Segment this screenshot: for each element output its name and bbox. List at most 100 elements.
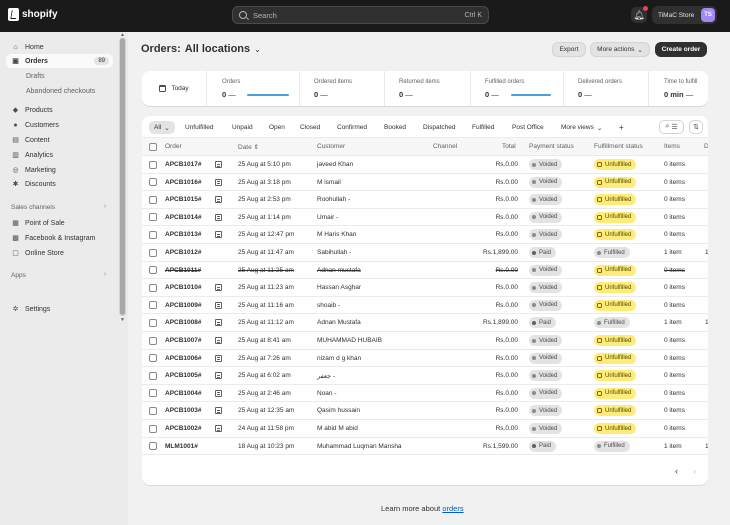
table-row[interactable]: APCB1005# 25 Aug at 6:02 am جعفر - Rs.0.00 V… bbox=[142, 367, 708, 385]
sidebar-scrollbar-thumb[interactable] bbox=[120, 38, 125, 315]
items-count[interactable]: 0 items bbox=[664, 196, 685, 203]
sidebar-item-content[interactable]: ▤ Content bbox=[6, 133, 113, 147]
row-checkbox[interactable] bbox=[149, 424, 157, 433]
table-row[interactable]: APCB1014# 25 Aug at 1:14 pm Umair - Rs.0.00… bbox=[142, 209, 708, 227]
stat-time-to-fulfill[interactable]: Time to fulfill 0 min — bbox=[649, 71, 708, 106]
table-row[interactable]: APCB1002# 24 Aug at 11:58 pm M abid M abid… bbox=[142, 420, 708, 438]
order-number[interactable]: APCB1009# bbox=[165, 302, 202, 309]
scroll-down-arrow[interactable]: ▼ bbox=[120, 317, 125, 323]
orders-help-link[interactable]: orders bbox=[442, 504, 463, 513]
tab-unfulfilled[interactable]: Unfulfilled bbox=[185, 121, 214, 134]
sidebar-item-online-store[interactable]: ▢ Online Store bbox=[6, 246, 113, 260]
search-input[interactable]: Search Ctrl K bbox=[232, 6, 489, 24]
row-checkbox[interactable] bbox=[149, 318, 157, 327]
items-count[interactable]: 0 items bbox=[664, 407, 685, 414]
order-number[interactable]: APCB1012# bbox=[165, 249, 202, 256]
sidebar-item-products[interactable]: ◆ Products bbox=[6, 103, 113, 117]
table-row[interactable]: APCB1011# 25 Aug at 11:25 am Adnan mustafa… bbox=[142, 262, 708, 280]
column-payment-status[interactable]: Payment status bbox=[529, 143, 574, 150]
sidebar-item-analytics[interactable]: ▥ Analytics bbox=[6, 148, 113, 162]
order-number[interactable]: APCB1008# bbox=[165, 319, 202, 326]
row-checkbox[interactable] bbox=[149, 248, 157, 257]
items-count[interactable]: 0 items bbox=[664, 284, 685, 291]
sidebar-item-abandoned-checkouts[interactable]: Abandoned checkouts bbox=[6, 84, 113, 98]
search-filter-button[interactable]: ⌕ ☰ bbox=[659, 120, 684, 134]
apps-heading[interactable]: Apps bbox=[11, 272, 26, 279]
scroll-up-arrow[interactable]: ▲ bbox=[120, 32, 125, 38]
items-count[interactable]: 0 items bbox=[664, 425, 685, 432]
table-row[interactable]: APCB1009# 25 Aug at 11:16 am shoaib - Rs.0.… bbox=[142, 297, 708, 315]
items-count[interactable]: 0 items bbox=[664, 390, 685, 397]
table-row[interactable]: APCB1012# 25 Aug at 11:47 am Sabihullah - R… bbox=[142, 244, 708, 262]
column-customer[interactable]: Customer bbox=[317, 143, 345, 150]
items-count[interactable]: 0 items bbox=[664, 337, 685, 344]
column-fulfillment-status[interactable]: Fulfillment status bbox=[594, 143, 643, 150]
row-checkbox[interactable] bbox=[149, 371, 157, 380]
row-checkbox[interactable] bbox=[149, 195, 157, 204]
table-row[interactable]: MLM1001# 18 Aug at 10:23 pm Muhammad Luqma… bbox=[142, 438, 708, 456]
export-button[interactable]: Export bbox=[552, 42, 586, 57]
stat-orders[interactable]: Orders 0 — bbox=[207, 71, 300, 106]
pagination-next-button[interactable]: › bbox=[693, 466, 696, 476]
order-number[interactable]: APCB1013# bbox=[165, 231, 202, 238]
chevron-right-icon[interactable]: › bbox=[104, 271, 106, 278]
items-count[interactable]: 0 items bbox=[664, 372, 685, 379]
sidebar-item-settings[interactable]: ✲ Settings bbox=[6, 302, 113, 316]
more-views-button[interactable]: More views ⌄ bbox=[561, 121, 602, 134]
order-number[interactable]: APCB1002# bbox=[165, 425, 202, 432]
order-number[interactable]: APCB1010# bbox=[165, 284, 202, 291]
sidebar-item-facebook-instagram[interactable]: ▩ Facebook & Instagram bbox=[6, 231, 113, 245]
chevron-right-icon[interactable]: › bbox=[104, 203, 106, 210]
row-checkbox[interactable] bbox=[149, 230, 157, 239]
column-date[interactable]: Date ⇕ bbox=[238, 143, 259, 151]
row-checkbox[interactable] bbox=[149, 213, 157, 222]
tab-fulfilled[interactable]: Fulfilled bbox=[472, 121, 494, 134]
select-all-checkbox[interactable] bbox=[149, 143, 157, 151]
tab-dispatched[interactable]: Dispatched bbox=[423, 121, 456, 134]
table-row[interactable]: APCB1017# 25 Aug at 5:10 pm javeed Khan Rs.… bbox=[142, 156, 708, 174]
table-row[interactable]: APCB1015# 25 Aug at 2:53 pm Roohullah - Rs.… bbox=[142, 191, 708, 209]
table-row[interactable]: APCB1006# 25 Aug at 7:26 am nizam d g khan… bbox=[142, 350, 708, 368]
order-number[interactable]: APCB1016# bbox=[165, 179, 202, 186]
column-total[interactable]: Total bbox=[502, 143, 516, 150]
order-number[interactable]: APCB1005# bbox=[165, 372, 202, 379]
row-checkbox[interactable] bbox=[149, 336, 157, 345]
page-title[interactable]: Orders: All locations ⌄ bbox=[141, 43, 261, 55]
items-count[interactable]: 1 item bbox=[664, 249, 682, 256]
sidebar-item-home[interactable]: ⌂ Home bbox=[6, 40, 113, 54]
more-actions-button[interactable]: More actions ⌄ bbox=[590, 42, 650, 57]
row-checkbox[interactable] bbox=[149, 266, 157, 275]
row-checkbox[interactable] bbox=[149, 442, 157, 451]
store-menu-button[interactable]: TiMaC Store TS bbox=[652, 6, 717, 24]
items-count[interactable]: 0 items bbox=[664, 214, 685, 221]
column-channel[interactable]: Channel bbox=[433, 143, 457, 150]
order-number[interactable]: APCB1011# bbox=[165, 267, 201, 274]
sort-button[interactable]: ⇅ bbox=[689, 120, 703, 134]
stat-delivered-orders[interactable]: Delivered orders 0 — bbox=[564, 71, 649, 106]
order-number[interactable]: APCB1015# bbox=[165, 196, 202, 203]
order-number[interactable]: APCB1014# bbox=[165, 214, 202, 221]
table-row[interactable]: APCB1004# 25 Aug at 2:46 am Noan - Rs.0.00 V… bbox=[142, 385, 708, 403]
order-number[interactable]: APCB1003# bbox=[165, 407, 202, 414]
sidebar-item-orders[interactable]: ▣ Orders 89 bbox=[6, 54, 113, 68]
column-items[interactable]: Items bbox=[664, 143, 680, 150]
items-count[interactable]: 0 items bbox=[664, 231, 685, 238]
tab-post-office[interactable]: Post Office bbox=[512, 121, 544, 134]
table-row[interactable]: APCB1013# 25 Aug at 12:47 pm M Haris Khan R… bbox=[142, 226, 708, 244]
stat-ordered-items[interactable]: Ordered items 0 — bbox=[300, 71, 385, 106]
column-order[interactable]: Order bbox=[165, 143, 182, 150]
items-count[interactable]: 1 item bbox=[664, 443, 682, 450]
pagination-previous-button[interactable]: ‹ bbox=[675, 466, 678, 476]
stat-returned-items[interactable]: Returned items 0 — bbox=[385, 71, 471, 106]
row-checkbox[interactable] bbox=[149, 283, 157, 292]
sales-channels-heading[interactable]: Sales channels bbox=[11, 204, 55, 211]
shopify-logo[interactable]: shopify bbox=[8, 8, 58, 21]
sidebar-item-drafts[interactable]: Drafts bbox=[6, 69, 113, 83]
items-count[interactable]: 0 items bbox=[664, 302, 685, 309]
chevron-down-icon[interactable]: ⌄ bbox=[254, 45, 261, 54]
order-number[interactable]: APCB1017# bbox=[165, 161, 202, 168]
add-view-button[interactable]: + bbox=[619, 121, 624, 134]
notifications-button[interactable]: 🔔︎ bbox=[631, 6, 648, 23]
order-number[interactable]: APCB1006# bbox=[165, 355, 202, 362]
table-row[interactable]: APCB1007# 25 Aug at 8:41 am MUHAMMAD HUBAI… bbox=[142, 332, 708, 350]
